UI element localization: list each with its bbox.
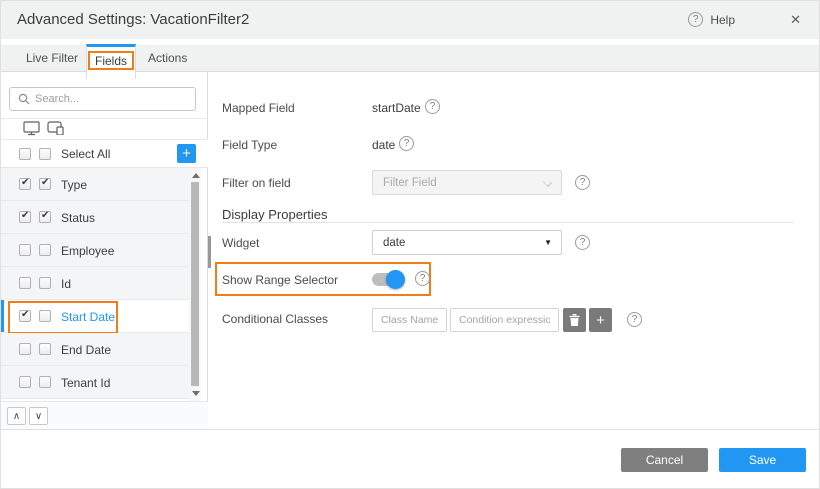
web-checkbox[interactable] bbox=[19, 244, 31, 256]
toggle-knob bbox=[386, 270, 405, 289]
dropdown-arrow-icon: ▼ bbox=[544, 238, 552, 247]
help-icon[interactable]: ? bbox=[575, 175, 590, 190]
help-icon[interactable]: ? bbox=[415, 271, 430, 286]
tab-live-filter[interactable]: Live Filter bbox=[26, 51, 78, 65]
field-type-label: Field Type bbox=[222, 138, 277, 152]
tab-bar: Live Filter Fields Actions bbox=[1, 39, 819, 72]
trash-icon bbox=[569, 314, 580, 326]
close-icon[interactable]: ✕ bbox=[790, 12, 801, 28]
web-checkbox[interactable] bbox=[19, 277, 31, 289]
tab-fields-highlight: Fields bbox=[88, 51, 134, 70]
mobile-icon bbox=[47, 121, 64, 136]
mobile-checkbox[interactable] bbox=[39, 148, 51, 160]
mapped-field-label: Mapped Field bbox=[222, 101, 295, 115]
field-row-label: Start Date bbox=[61, 310, 115, 324]
help-label: Help bbox=[710, 13, 735, 27]
select-all-label: Select All bbox=[61, 147, 110, 161]
field-row-status[interactable]: Status bbox=[1, 201, 189, 234]
search-box bbox=[9, 87, 196, 111]
show-range-selector-label: Show Range Selector bbox=[222, 273, 338, 287]
move-up-button[interactable]: ∧ bbox=[7, 407, 26, 425]
mobile-checkbox[interactable] bbox=[39, 244, 51, 256]
desktop-icon bbox=[23, 121, 40, 136]
field-row-start-date[interactable]: Start Date bbox=[1, 300, 189, 333]
help-icon[interactable]: ? bbox=[627, 312, 642, 327]
fields-sidebar: Select All + Type Status Employee bbox=[1, 72, 208, 429]
mobile-checkbox[interactable] bbox=[39, 376, 51, 388]
search-icon bbox=[18, 93, 30, 105]
scroll-down-icon[interactable] bbox=[192, 391, 200, 396]
widget-select[interactable]: date ▼ bbox=[372, 230, 562, 255]
tab-fields[interactable]: Fields bbox=[86, 44, 136, 79]
device-column-icons bbox=[23, 121, 64, 136]
field-row-type[interactable]: Type bbox=[1, 168, 189, 201]
help-button[interactable]: ? Help bbox=[688, 12, 735, 27]
field-list: Type Status Employee Id Start Date bbox=[1, 168, 189, 399]
field-row-label: Status bbox=[61, 211, 95, 225]
section-divider bbox=[222, 222, 794, 223]
scroll-up-icon[interactable] bbox=[192, 173, 200, 178]
add-field-button[interactable]: + bbox=[177, 144, 196, 163]
field-row-label: Id bbox=[61, 277, 71, 291]
filter-field-select-value: Filter Field bbox=[383, 177, 437, 189]
show-range-selector-toggle[interactable] bbox=[372, 270, 405, 289]
filter-on-field-label: Filter on field bbox=[222, 176, 291, 190]
chevron-down-icon bbox=[543, 178, 552, 187]
mobile-checkbox[interactable] bbox=[39, 343, 51, 355]
web-checkbox[interactable] bbox=[19, 343, 31, 355]
field-row-id[interactable]: Id bbox=[1, 267, 189, 300]
field-row-employee[interactable]: Employee bbox=[1, 234, 189, 267]
footer-divider bbox=[1, 429, 819, 430]
help-icon[interactable]: ? bbox=[575, 235, 590, 250]
web-checkbox[interactable] bbox=[19, 376, 31, 388]
widget-select-value: date bbox=[383, 237, 405, 249]
divider bbox=[1, 118, 208, 119]
field-row-tenant-id[interactable]: Tenant Id bbox=[1, 366, 189, 399]
mobile-checkbox[interactable] bbox=[39, 178, 51, 190]
dialog-header: Advanced Settings: VacationFilter2 ? Hel… bbox=[1, 1, 819, 39]
save-button[interactable]: Save bbox=[719, 448, 806, 472]
field-row-end-date[interactable]: End Date bbox=[1, 333, 189, 366]
page-title: Advanced Settings: VacationFilter2 bbox=[17, 11, 249, 28]
field-settings-panel: Mapped Field startDate ? Field Type date… bbox=[209, 72, 820, 429]
conditional-classes-label: Conditional Classes bbox=[222, 312, 328, 326]
field-row-label: End Date bbox=[61, 343, 111, 357]
web-checkbox[interactable] bbox=[19, 148, 31, 160]
web-checkbox[interactable] bbox=[19, 310, 31, 322]
select-all-row[interactable]: Select All + bbox=[1, 140, 208, 168]
field-row-label: Tenant Id bbox=[61, 376, 110, 390]
web-checkbox[interactable] bbox=[19, 211, 31, 223]
field-row-label: Type bbox=[61, 178, 87, 192]
widget-label: Widget bbox=[222, 236, 259, 250]
tab-actions[interactable]: Actions bbox=[148, 51, 187, 65]
web-checkbox[interactable] bbox=[19, 178, 31, 190]
main-scrollbar[interactable] bbox=[208, 236, 211, 268]
advanced-settings-dialog: Advanced Settings: VacationFilter2 ? Hel… bbox=[0, 0, 820, 489]
mobile-checkbox[interactable] bbox=[39, 211, 51, 223]
field-type-value: date bbox=[372, 138, 395, 152]
help-icon: ? bbox=[688, 12, 703, 27]
section-title: Display Properties bbox=[222, 207, 328, 222]
cancel-button[interactable]: Cancel bbox=[621, 448, 708, 472]
filter-field-select: Filter Field bbox=[372, 170, 562, 195]
condition-expression-input[interactable] bbox=[450, 308, 559, 332]
move-down-button[interactable]: ∨ bbox=[29, 407, 48, 425]
search-input[interactable] bbox=[35, 93, 175, 105]
scrollbar-thumb[interactable] bbox=[191, 182, 199, 386]
field-row-label: Employee bbox=[61, 244, 114, 258]
delete-condition-button[interactable] bbox=[563, 308, 586, 332]
add-condition-button[interactable]: + bbox=[589, 308, 612, 332]
mobile-checkbox[interactable] bbox=[39, 277, 51, 289]
class-name-input[interactable] bbox=[372, 308, 447, 332]
mapped-field-value: startDate bbox=[372, 101, 421, 115]
sidebar-scrollbar[interactable] bbox=[189, 168, 201, 401]
help-icon[interactable]: ? bbox=[399, 136, 414, 151]
mobile-checkbox[interactable] bbox=[39, 310, 51, 322]
sidebar-footer: ∧ ∨ bbox=[1, 401, 208, 429]
help-icon[interactable]: ? bbox=[425, 99, 440, 114]
